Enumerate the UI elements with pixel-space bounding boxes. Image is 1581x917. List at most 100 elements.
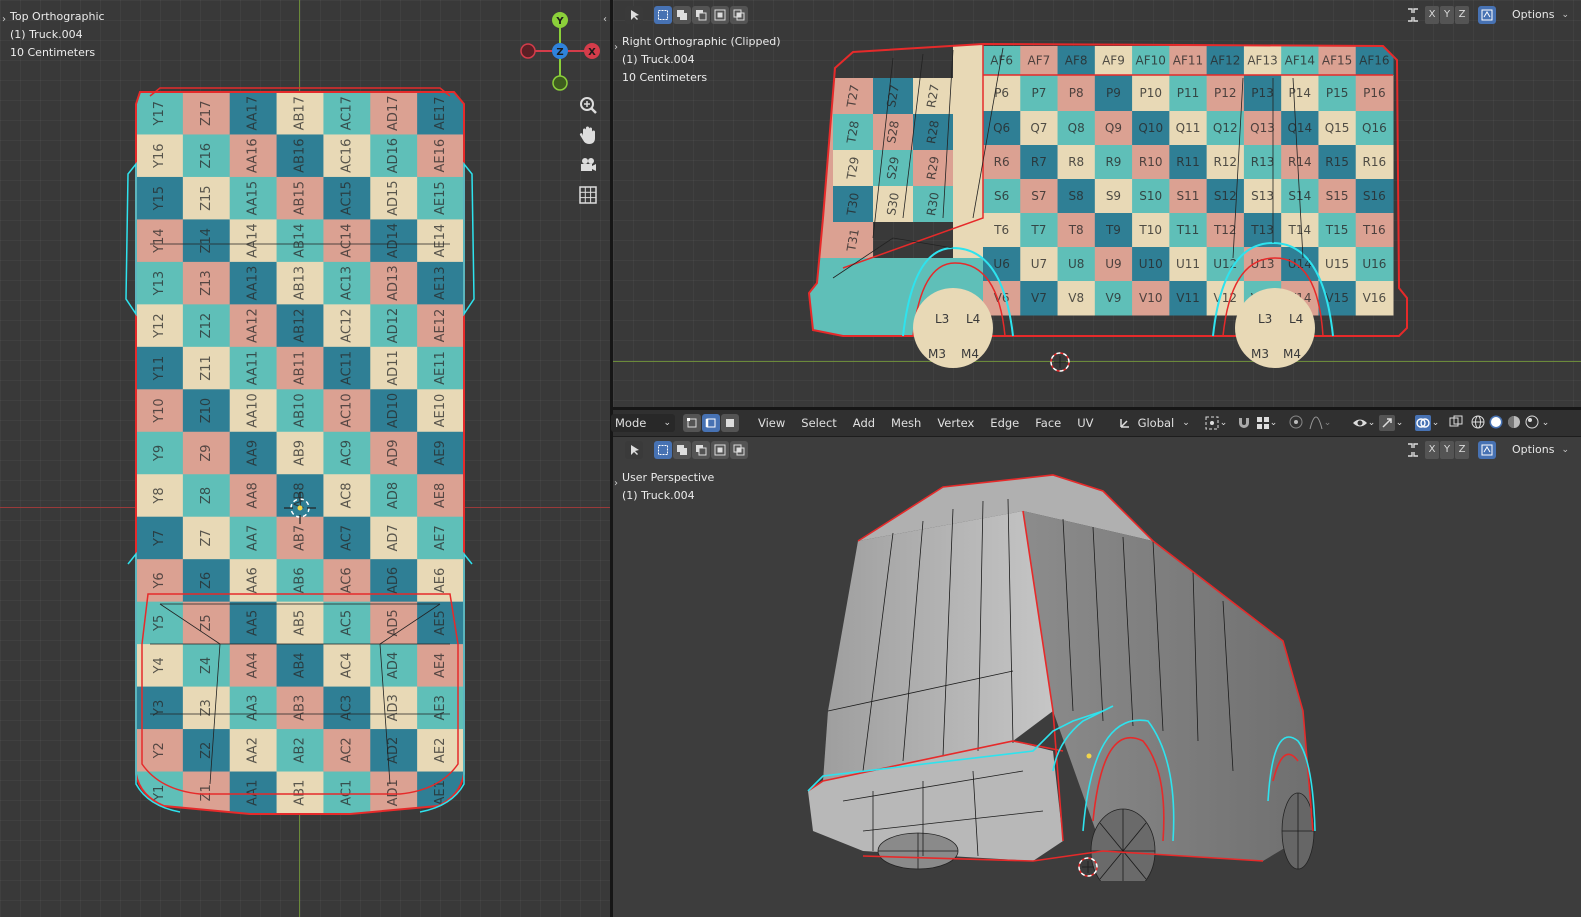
uv-cell-label: AB9 — [293, 440, 308, 466]
material-shading-icon[interactable] — [1506, 414, 1524, 433]
uv-cell-label: AD5 — [386, 609, 401, 636]
uv-cell-label: Z11 — [199, 355, 214, 380]
uv-cell-label: AB7 — [293, 525, 308, 551]
mode-label: Mode — [615, 416, 647, 430]
viewport-info: User Perspective (1) Truck.004 — [622, 469, 714, 505]
pivot-point-icon[interactable]: ⌄ — [1204, 415, 1230, 431]
uv-cell-label: AE15 — [433, 181, 448, 215]
menu-select[interactable]: Select — [801, 416, 836, 430]
visibility-eye-icon[interactable]: ⌄ — [1352, 415, 1378, 431]
solid-shading-icon[interactable] — [1488, 414, 1506, 433]
view-name: Top Orthographic — [10, 10, 105, 23]
select-intersect-icon[interactable] — [730, 6, 748, 24]
uv-cell-label: AB4 — [293, 652, 308, 678]
menu-vertex[interactable]: Vertex — [937, 416, 974, 430]
mirror-z-toggle[interactable]: Z — [1455, 6, 1469, 24]
uv-cell-label: Z5 — [199, 614, 214, 631]
select-invert-icon[interactable] — [711, 441, 729, 459]
overlays-icon[interactable]: ⌄ — [1414, 414, 1448, 432]
auto-merge-icon[interactable] — [1478, 6, 1496, 24]
select-intersect-icon[interactable] — [730, 441, 748, 459]
menu-face[interactable]: Face — [1035, 416, 1061, 430]
mirror-x-toggle[interactable]: X — [1425, 441, 1439, 459]
viewport-right-orthographic[interactable]: X Y Z Options ⌄ › Right Orthographic (Cl… — [613, 0, 1581, 407]
select-invert-icon[interactable] — [711, 6, 729, 24]
chevron-down-icon: ⌄ — [1561, 445, 1569, 455]
uv-cell-label: Y10 — [152, 398, 167, 423]
uv-cell-label: AA12 — [246, 308, 261, 343]
uv-cell-label: AD11 — [386, 350, 401, 385]
uv-cell-label: AE9 — [433, 440, 448, 465]
uv-cell-label: AA2 — [246, 737, 261, 763]
viewport-header-tools — [625, 437, 749, 463]
view-name: User Perspective — [622, 471, 715, 484]
uv-cell-label: AE17 — [433, 96, 448, 130]
object-name: (1) Truck.004 — [622, 489, 695, 502]
uv-cell-label: AD10 — [386, 393, 401, 428]
select-new-icon[interactable] — [654, 441, 672, 459]
viewport-header-right: X Y Z Options ⌄ — [1404, 2, 1569, 28]
options-dropdown[interactable]: Options — [1505, 441, 1561, 459]
truck-mesh-perspective[interactable] — [803, 471, 1343, 881]
camera-icon[interactable] — [577, 154, 599, 176]
mirror-icon[interactable] — [1404, 441, 1422, 459]
uv-cell-label: AE12 — [433, 309, 448, 343]
uv-cell-label: AD1 — [386, 779, 401, 806]
gizmo-y-label: Y — [555, 16, 564, 27]
snap-element-icon[interactable]: ⌄ — [1256, 416, 1280, 430]
uv-cell-label: AC11 — [339, 351, 354, 385]
chevron-down-icon[interactable]: ⌄ — [1542, 418, 1550, 428]
uv-cell-label: AC6 — [339, 567, 354, 593]
rendered-shading-icon[interactable] — [1524, 414, 1542, 433]
mode-dropdown[interactable]: Mode ⌄ — [611, 414, 675, 432]
wheel-label: M4 — [961, 347, 979, 361]
edge-select-icon[interactable] — [702, 414, 720, 432]
wheel-label: M4 — [1283, 347, 1301, 361]
select-subtract-icon[interactable] — [692, 6, 710, 24]
gizmo-z-label: Z — [556, 47, 563, 58]
auto-merge-icon[interactable] — [1478, 441, 1496, 459]
select-tool-icon[interactable] — [625, 6, 643, 24]
expand-arrow-icon[interactable]: › — [2, 14, 6, 25]
expand-arrow-icon[interactable]: › — [614, 42, 618, 53]
viewport-user-perspective[interactable]: X Y Z Options ⌄ › User Perspective (1) T… — [613, 437, 1581, 917]
mirror-y-toggle[interactable]: Y — [1440, 441, 1454, 459]
select-extend-icon[interactable] — [673, 6, 691, 24]
face-select-icon[interactable] — [721, 414, 739, 432]
hand-pan-icon[interactable] — [577, 124, 599, 146]
expand-arrow-icon[interactable]: › — [614, 478, 618, 489]
select-subtract-icon[interactable] — [692, 441, 710, 459]
truck-mesh-top-view[interactable]: Y17Y16Y15Y14Y13Y12Y11Y10Y9Y8Y7Y6Y5Y4Y3Y2… — [120, 84, 482, 820]
3d-cursor-icon — [1078, 857, 1098, 877]
uv-cell-label: AE10 — [433, 394, 448, 428]
proportional-edit-icon[interactable] — [1288, 414, 1308, 433]
xray-icon[interactable] — [1448, 414, 1470, 433]
menu-uv[interactable]: UV — [1077, 416, 1093, 430]
grid-icon[interactable] — [577, 184, 599, 206]
select-new-icon[interactable] — [654, 6, 672, 24]
falloff-icon[interactable]: ⌄ — [1308, 415, 1336, 431]
menu-add[interactable]: Add — [853, 416, 875, 430]
mirror-x-toggle[interactable]: X — [1425, 6, 1439, 24]
uv-cell-label: AD17 — [386, 96, 401, 131]
uv-cell-label: Z8 — [199, 487, 214, 504]
viewport-top-orthographic[interactable]: › Top Orthographic (1) Truck.004 10 Cent… — [0, 0, 610, 917]
snap-icon[interactable] — [1236, 414, 1256, 433]
mirror-icon[interactable] — [1404, 6, 1422, 24]
menu-edge[interactable]: Edge — [990, 416, 1019, 430]
select-extend-icon[interactable] — [673, 441, 691, 459]
menu-view[interactable]: View — [758, 416, 785, 430]
uv-cell-label: AE7 — [433, 525, 448, 550]
navigation-gizmo[interactable]: Y Z X — [518, 10, 604, 94]
options-dropdown[interactable]: Options — [1505, 6, 1561, 24]
transform-orientation-dropdown[interactable]: Global ⌄ — [1114, 414, 1194, 432]
menu-mesh[interactable]: Mesh — [891, 416, 921, 430]
zoom-icon[interactable] — [577, 94, 599, 116]
wireframe-shading-icon[interactable] — [1470, 414, 1488, 433]
vertex-select-icon[interactable] — [683, 414, 701, 432]
sidebar-toggle-icon[interactable]: ‹ — [603, 14, 607, 25]
gizmo-toggle-icon[interactable]: ⌄ — [1378, 414, 1408, 432]
select-tool-icon[interactable] — [625, 441, 643, 459]
mirror-z-toggle[interactable]: Z — [1455, 441, 1469, 459]
mirror-y-toggle[interactable]: Y — [1440, 6, 1454, 24]
